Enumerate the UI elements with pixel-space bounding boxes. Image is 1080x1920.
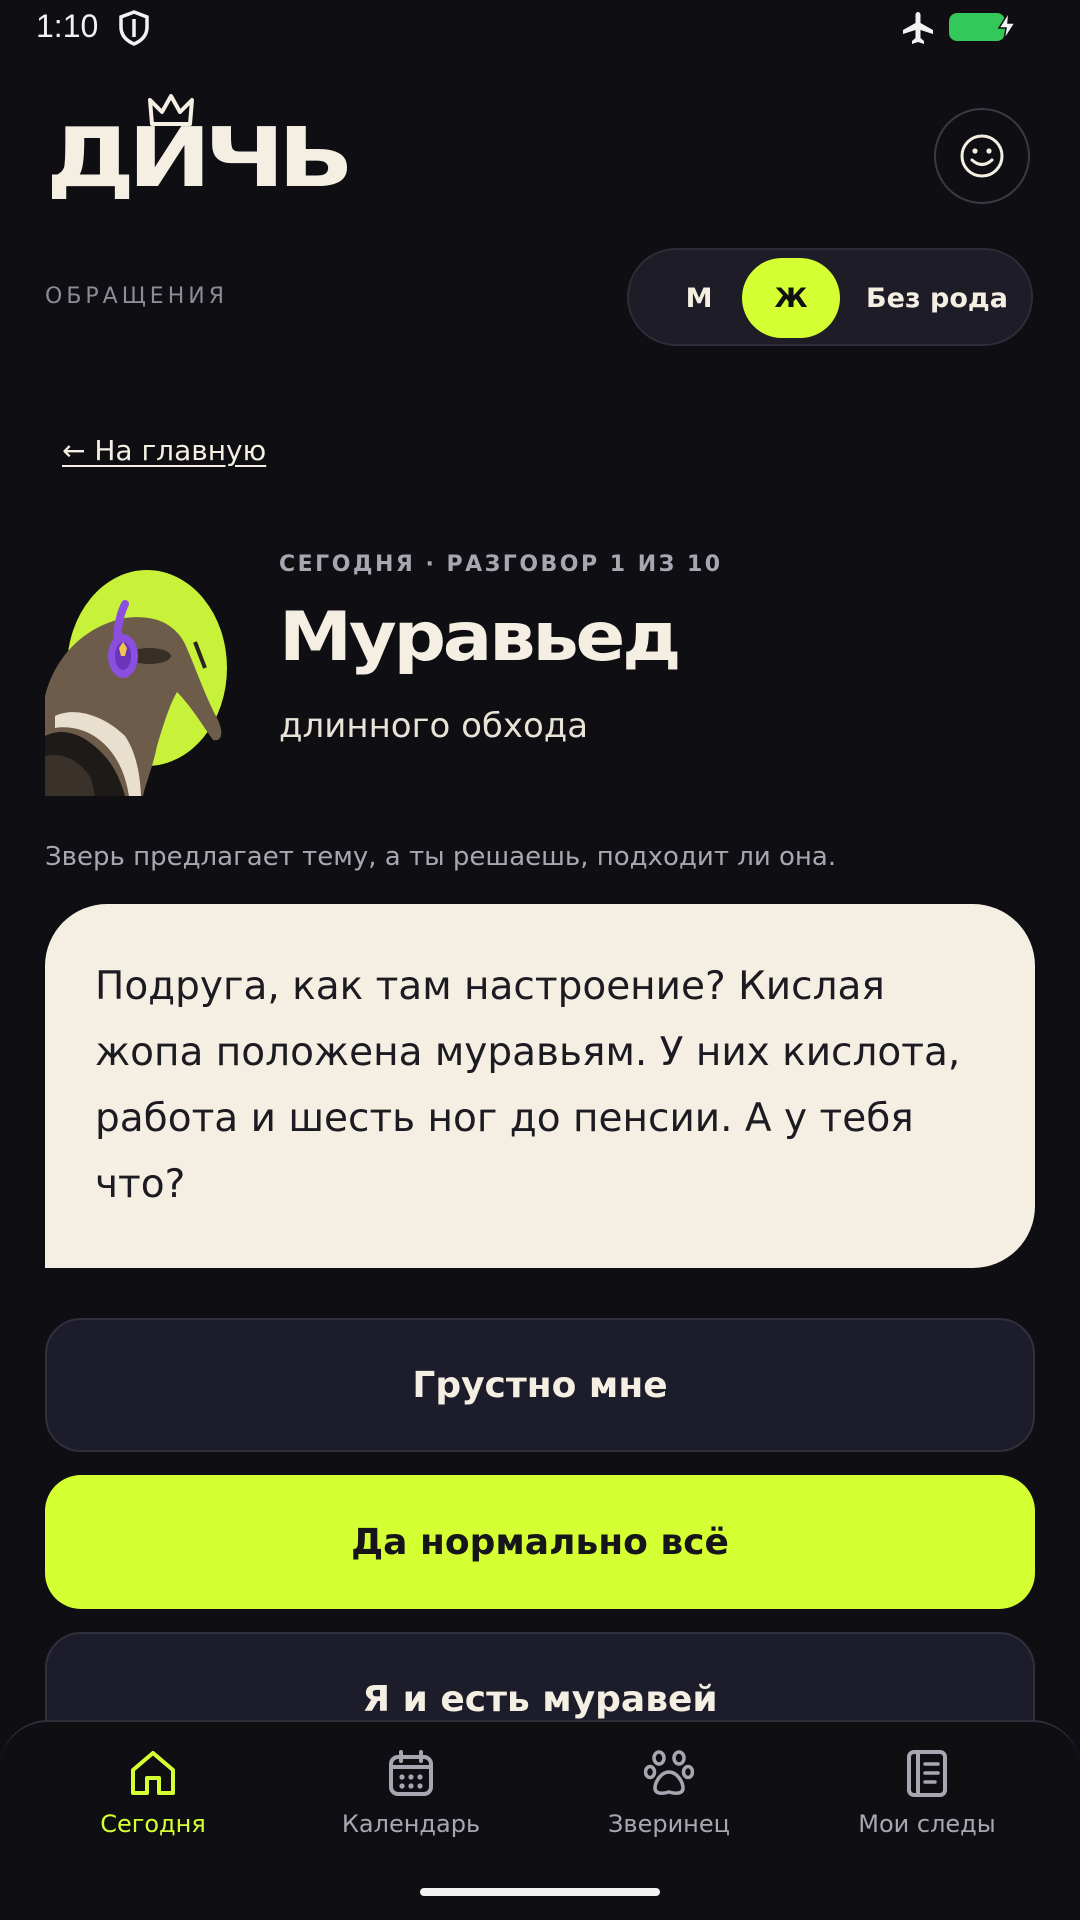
notebook-icon bbox=[907, 1750, 947, 1797]
nav-menagerie[interactable]: Зверинец bbox=[569, 1748, 769, 1838]
address-option-neutral[interactable]: Без рода bbox=[857, 258, 1017, 338]
animal-subtitle: длинного обхода bbox=[279, 706, 589, 746]
animal-name: Муравьед bbox=[279, 598, 681, 677]
anteater-avatar bbox=[45, 556, 249, 796]
home-indicator[interactable] bbox=[420, 1888, 660, 1896]
back-to-home-link[interactable]: ← На главную bbox=[62, 434, 266, 467]
smiley-icon bbox=[960, 134, 1004, 178]
nav-calendar-label: Календарь bbox=[341, 1810, 481, 1838]
nav-my-traces[interactable]: Мои следы bbox=[827, 1748, 1027, 1838]
app-logo[interactable]: ДИЧЬ bbox=[46, 94, 354, 204]
address-toggle: М Ж Без рода bbox=[627, 248, 1033, 346]
calendar-icon bbox=[389, 1750, 433, 1796]
nav-today[interactable]: Сегодня bbox=[53, 1748, 253, 1838]
paw-icon bbox=[644, 1750, 694, 1795]
nav-my-traces-label: Мои следы bbox=[858, 1810, 996, 1838]
conversation-counter: СЕГОДНЯ · РАЗГОВОР 1 ИЗ 10 bbox=[279, 552, 723, 577]
address-section-label: ОБРАЩЕНИЯ bbox=[45, 284, 228, 309]
shield-icon bbox=[119, 10, 149, 46]
instruction-text: Зверь предлагает тему, а ты решаешь, под… bbox=[45, 842, 837, 872]
profile-button[interactable] bbox=[934, 108, 1030, 204]
answer-option-2[interactable]: Да нормально всё bbox=[45, 1475, 1035, 1609]
home-icon bbox=[131, 1751, 175, 1795]
charging-icon bbox=[997, 11, 1017, 41]
animal-message: Подруга, как там настроение? Кислая жопа… bbox=[95, 964, 961, 1207]
address-option-m[interactable]: М bbox=[659, 258, 739, 338]
answer-option-1[interactable]: Грустно мне bbox=[45, 1318, 1035, 1452]
airplane-icon bbox=[903, 12, 933, 44]
speech-bubble: Подруга, как там настроение? Кислая жопа… bbox=[45, 904, 1035, 1268]
address-option-f[interactable]: Ж bbox=[742, 258, 840, 338]
logo-text: ДИЧЬ bbox=[46, 111, 354, 206]
status-time: 1:10 bbox=[36, 8, 99, 44]
nav-today-label: Сегодня bbox=[100, 1810, 206, 1838]
nav-menagerie-label: Зверинец bbox=[608, 1810, 730, 1838]
nav-calendar[interactable]: Календарь bbox=[311, 1748, 511, 1838]
